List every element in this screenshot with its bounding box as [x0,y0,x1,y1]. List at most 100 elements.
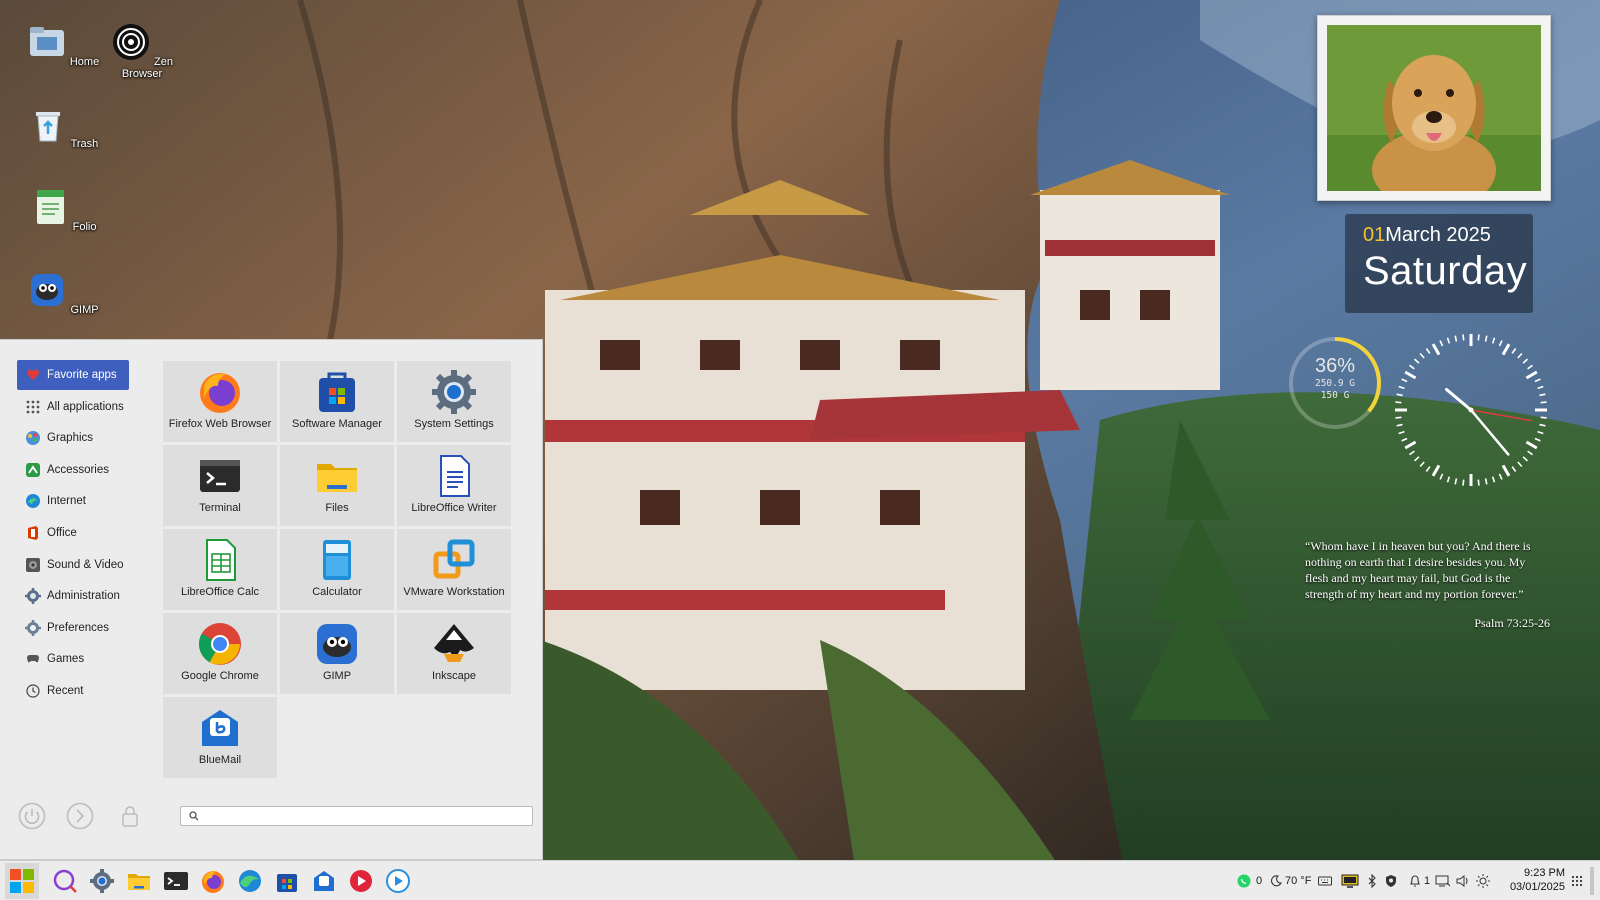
app-search-field[interactable] [180,806,533,826]
clock-tick [1396,423,1403,427]
category-preferences[interactable]: Preferences [17,613,129,643]
tray-app-grid[interactable] [1571,873,1583,889]
start-menu: Favorite apps All applications Graphics … [0,339,543,860]
category-label: Office [47,526,77,539]
clock-tick [1439,473,1444,480]
category-administration[interactable]: Administration [17,581,129,611]
taskbar-settings[interactable] [87,866,117,896]
clock-tick [1398,430,1405,435]
category-all-applications[interactable]: All applications [17,392,129,422]
taskbar-software-manager[interactable] [272,866,302,896]
analog-clock-widget [1395,334,1547,486]
category-graphics[interactable]: Graphics [17,423,129,453]
app-label: Firefox Web Browser [168,418,272,430]
app-label: LibreOffice Calc [180,586,260,598]
tray-brightness[interactable] [1476,873,1490,889]
start-menu-footer [0,796,543,836]
app-label: System Settings [414,418,494,430]
date-widget: 01March 2025 Saturday [1345,214,1533,313]
graphics-icon [25,430,41,446]
app-tile-gimp[interactable]: GIMP [280,613,394,694]
desktop-icon-folio[interactable]: Folio [23,187,103,233]
app-tile-calculator[interactable]: Calculator [280,529,394,610]
disk-total: 250.9 G [1314,378,1356,389]
calculator-icon [323,540,351,580]
category-list: Favorite apps All applications Graphics … [17,360,129,708]
app-label: GIMP [322,670,352,682]
search-icon [53,869,77,893]
taskbar-firefox[interactable] [198,866,228,896]
tray-network[interactable] [1435,873,1451,889]
office-icon [25,525,41,541]
category-accessories[interactable]: Accessories [17,455,129,485]
show-desktop-button[interactable] [1590,867,1594,895]
clock-hour-hand [1444,387,1473,412]
category-internet[interactable]: Internet [17,486,129,516]
desktop-icon-gimp[interactable]: GIMP [23,270,103,316]
start-menu-icon [10,869,34,893]
taskbar-media-player[interactable] [346,866,376,896]
clock-tick [1425,466,1431,472]
taskbar-files[interactable] [124,866,154,896]
terminal-icon [164,872,188,890]
taskbar-edge[interactable] [235,866,265,896]
taskbar-terminal[interactable] [161,866,191,896]
logout-icon[interactable] [66,802,94,830]
app-label: Google Chrome [181,670,259,682]
app-tile-libreoffice-writer[interactable]: LibreOffice Writer [397,445,511,526]
category-favorite-apps[interactable]: Favorite apps [17,360,129,390]
app-tile-files[interactable]: Files [280,445,394,526]
taskbar-search[interactable] [50,866,80,896]
clock-tick [1409,450,1415,456]
clock-tick [1522,358,1529,364]
app-tile-inkscape[interactable]: Inkscape [397,613,511,694]
app-tile-google-chrome[interactable]: Google Chrome [163,613,277,694]
taskbar-video-player[interactable] [383,866,413,896]
category-sound-video[interactable]: Sound & Video [17,550,129,580]
tray-whatsapp[interactable]: 0 [1237,873,1262,889]
app-tile-software-manager[interactable]: Software Manager [280,361,394,442]
taskbar-clock[interactable]: 9:23 PM 03/01/2025 [1495,866,1565,894]
video-player-icon [386,869,410,893]
clock-tick [1413,456,1420,462]
tray-notifications[interactable]: 1 [1409,873,1430,889]
search-input[interactable] [205,810,525,822]
app-tile-vmware[interactable]: VMware Workstation [397,529,511,610]
clock-tick [1401,437,1408,442]
gimp-icon [317,624,357,664]
category-games[interactable]: Games [17,644,129,674]
whatsapp-icon [1237,874,1251,888]
category-office[interactable]: Office [17,518,129,548]
trash-icon [35,112,60,142]
app-tile-firefox[interactable]: Firefox Web Browser [163,361,277,442]
category-recent[interactable]: Recent [17,676,129,706]
libreoffice-writer-icon [440,455,470,497]
tray-weather[interactable]: 70 °F [1270,873,1311,889]
tray-security[interactable] [1385,873,1397,889]
desktop-icon-zen-browser[interactable]: Zen Browser [102,22,182,80]
app-tile-libreoffice-calc[interactable]: LibreOffice Calc [163,529,277,610]
power-icon[interactable] [18,802,46,830]
tray-volume[interactable] [1456,873,1470,889]
weather-moon-icon [1271,875,1282,887]
taskbar-bluemail[interactable] [309,866,339,896]
recent-icon [25,683,41,699]
category-label: Favorite apps [47,369,117,381]
desktop-icon-label: GIMP [70,304,99,316]
app-tile-system-settings[interactable]: System Settings [397,361,511,442]
lock-icon[interactable] [116,802,144,830]
desktop-icon-trash[interactable]: Trash [23,104,103,150]
bluetooth-icon [1368,874,1376,888]
desktop-icon-home[interactable]: Home [23,22,103,68]
quote-text: “Whom have I in heaven but you? And ther… [1305,539,1531,601]
tray-bluetooth[interactable] [1367,873,1377,889]
app-tile-terminal[interactable]: Terminal [163,445,277,526]
clock-tick [1439,340,1444,347]
clock-tick [1525,440,1538,450]
clock-tick [1484,478,1488,485]
tray-keyboard[interactable] [1318,873,1332,889]
start-menu-button[interactable] [5,863,39,899]
app-tile-bluemail[interactable]: BlueMail [163,697,277,778]
tray-monitor[interactable] [1341,873,1359,889]
disk-used: 150 G [1320,390,1350,401]
